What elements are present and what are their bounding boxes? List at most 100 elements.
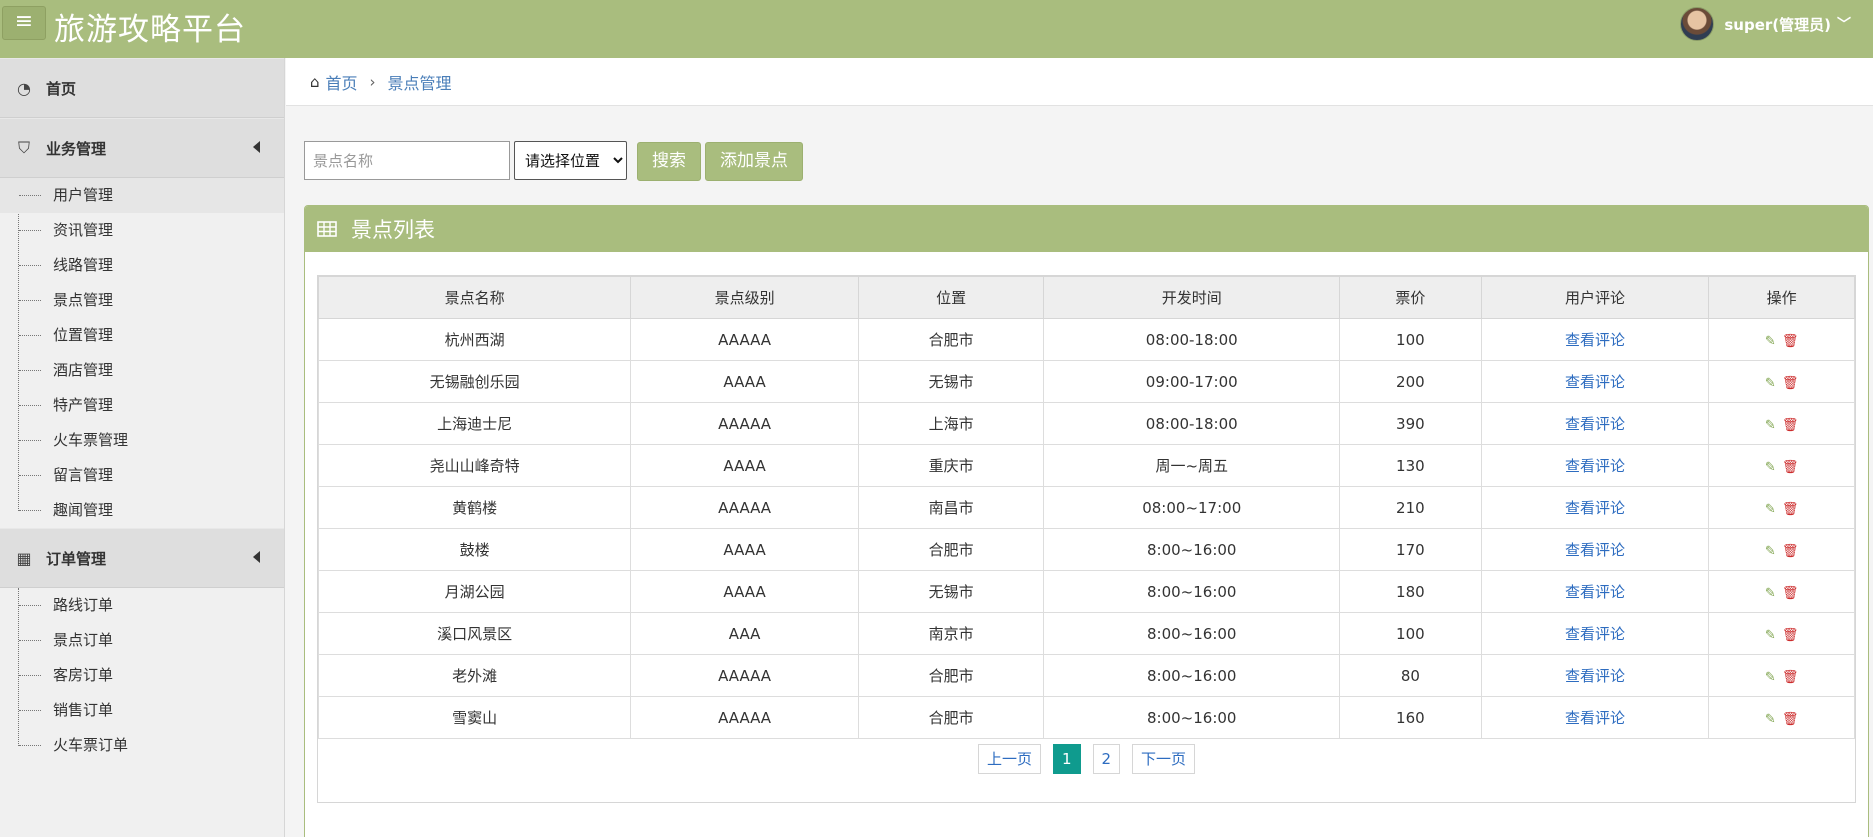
trash-icon[interactable]: 🗑 (1782, 586, 1799, 601)
prev-page-button[interactable]: 上一页 (977, 744, 1041, 774)
sidebar-subitem[interactable]: 景点管理 (0, 283, 284, 318)
view-comments-link[interactable]: 查看评论 (1565, 667, 1625, 685)
cell-name: 老外滩 (317, 654, 632, 697)
page-button-2[interactable]: 2 (1092, 744, 1121, 774)
view-comments-link[interactable]: 查看评论 (1565, 583, 1625, 601)
sidebar-business-list: 用户管理 资讯管理 线路管理 景点管理 位置管理 酒店管理 特产管理 火车票管理 留言管理 趣闻管… (0, 178, 284, 528)
trash-icon[interactable]: 🗑 (1782, 502, 1799, 517)
table-row: 雪窦山 AAAAA 合肥市 8:00~16:00 160 查看评论 ✎ 🗑 (317, 696, 1855, 739)
edit-icon[interactable]: ✎ (1765, 418, 1776, 433)
column-header: 用户评论 (1480, 276, 1710, 319)
trash-icon[interactable]: 🗑 (1782, 712, 1799, 727)
trash-icon[interactable]: 🗑 (1782, 376, 1799, 391)
chevron-down-icon: ﹀ (1837, 17, 1851, 33)
sidebar-subitem[interactable]: 景点订单 (0, 623, 284, 658)
edit-icon[interactable]: ✎ (1765, 502, 1776, 517)
cell-price: 210 (1339, 486, 1482, 529)
sidebar-subitem[interactable]: 留言管理 (0, 458, 284, 493)
edit-icon[interactable]: ✎ (1765, 376, 1776, 391)
view-comments-link[interactable]: 查看评论 (1565, 331, 1625, 349)
cell-comments: 查看评论 (1480, 570, 1710, 613)
sidebar-subitem[interactable]: 销售订单 (0, 693, 284, 728)
cell-location: 南昌市 (857, 486, 1045, 529)
sidebar-subitem[interactable]: 线路管理 (0, 248, 284, 283)
cell-price: 160 (1339, 696, 1482, 739)
cell-hours: 08:00-18:00 (1043, 402, 1340, 445)
sidebar-subitem[interactable]: 资讯管理 (0, 213, 284, 248)
cell-actions: ✎ 🗑 (1708, 528, 1855, 571)
trash-icon[interactable]: 🗑 (1782, 418, 1799, 433)
edit-icon[interactable]: ✎ (1765, 334, 1776, 349)
edit-icon[interactable]: ✎ (1765, 670, 1776, 685)
table-header-row: 景点名称 景点级别 位置 开发时间 票价 用户评论 操作 (317, 276, 1855, 319)
column-header: 票价 (1339, 276, 1482, 319)
cell-price: 100 (1339, 318, 1482, 361)
trash-icon[interactable]: 🗑 (1782, 628, 1799, 643)
sidebar-subitem[interactable]: 趣闻管理 (0, 493, 284, 528)
sidebar-subitem[interactable]: 客房订单 (0, 658, 284, 693)
caret-left-icon (253, 141, 260, 153)
trash-icon[interactable]: 🗑 (1782, 670, 1799, 685)
avatar (1680, 7, 1715, 41)
sidebar-subitem[interactable]: 用户管理 (0, 178, 284, 213)
sidebar-section-label: 业务管理 (46, 139, 107, 158)
table-icon: ▦ (16, 548, 32, 568)
view-comments-link[interactable]: 查看评论 (1565, 457, 1625, 475)
cell-comments: 查看评论 (1480, 402, 1710, 445)
sidebar-section-label: 订单管理 (46, 549, 107, 568)
menu-toggle-button[interactable]: ≡ (2, 6, 46, 40)
sidebar-item-label: 首页 (46, 79, 77, 98)
cell-actions: ✎ 🗑 (1708, 402, 1855, 445)
cell-level: AAAA (630, 528, 859, 571)
view-comments-link[interactable]: 查看评论 (1565, 709, 1625, 727)
edit-icon[interactable]: ✎ (1765, 712, 1776, 727)
view-comments-link[interactable]: 查看评论 (1565, 541, 1625, 559)
view-comments-link[interactable]: 查看评论 (1565, 499, 1625, 517)
pagination: 上一页 1 2 下一页 (318, 744, 1855, 774)
sidebar-subitem[interactable]: 位置管理 (0, 318, 284, 353)
next-page-button[interactable]: 下一页 (1132, 744, 1196, 774)
table-row: 上海迪士尼 AAAAA 上海市 08:00-18:00 390 查看评论 ✎ 🗑 (317, 402, 1855, 445)
cell-comments: 查看评论 (1480, 318, 1710, 361)
trash-icon[interactable]: 🗑 (1782, 544, 1799, 559)
user-menu[interactable]: super(管理员) ﹀ (1680, 6, 1851, 42)
trash-icon[interactable]: 🗑 (1782, 334, 1799, 349)
view-comments-link[interactable]: 查看评论 (1565, 373, 1625, 391)
cell-price: 80 (1339, 654, 1482, 697)
cell-actions: ✎ 🗑 (1708, 612, 1855, 655)
sidebar-subitem[interactable]: 特产管理 (0, 388, 284, 423)
sidebar-section-orders[interactable]: ▦ 订单管理 (0, 528, 284, 588)
view-comments-link[interactable]: 查看评论 (1565, 625, 1625, 643)
sidebar-subitem[interactable]: 火车票管理 (0, 423, 284, 458)
cell-level: AAAA (630, 360, 859, 403)
view-comments-link[interactable]: 查看评论 (1565, 415, 1625, 433)
sidebar-subitem[interactable]: 火车票订单 (0, 728, 284, 763)
brand-title: 旅游攻略平台 (54, 12, 246, 48)
cell-name: 月湖公园 (317, 570, 632, 613)
trash-icon[interactable]: 🗑 (1782, 460, 1799, 475)
cell-price: 100 (1339, 612, 1482, 655)
cell-actions: ✎ 🗑 (1708, 696, 1855, 739)
sidebar-section-business[interactable]: ⛉ 业务管理 (0, 118, 284, 178)
cell-price: 170 (1339, 528, 1482, 571)
page-button-1[interactable]: 1 (1052, 744, 1081, 774)
cell-name: 鼓楼 (317, 528, 632, 571)
cell-name: 上海迪士尼 (317, 402, 632, 445)
sidebar-subitem[interactable]: 酒店管理 (0, 353, 284, 388)
location-select[interactable]: 请选择位置 (514, 141, 627, 180)
edit-icon[interactable]: ✎ (1765, 460, 1776, 475)
edit-icon[interactable]: ✎ (1765, 586, 1776, 601)
caret-left-icon (253, 551, 260, 563)
cell-location: 无锡市 (857, 570, 1045, 613)
breadcrumb-home-link[interactable]: 首页 (326, 70, 358, 94)
table-row: 尧山山峰奇特 AAAA 重庆市 周一~周五 130 查看评论 ✎ 🗑 (317, 444, 1855, 487)
add-scenic-button[interactable]: 添加景点 (705, 142, 803, 181)
cell-hours: 周一~周五 (1043, 444, 1340, 487)
search-button[interactable]: 搜索 (637, 142, 701, 181)
edit-icon[interactable]: ✎ (1765, 628, 1776, 643)
scenic-name-search-input[interactable] (304, 141, 510, 180)
edit-icon[interactable]: ✎ (1765, 544, 1776, 559)
sidebar-item-home[interactable]: ◔ 首页 (0, 58, 284, 118)
sidebar-subitem[interactable]: 路线订单 (0, 588, 284, 623)
cell-actions: ✎ 🗑 (1708, 486, 1855, 529)
